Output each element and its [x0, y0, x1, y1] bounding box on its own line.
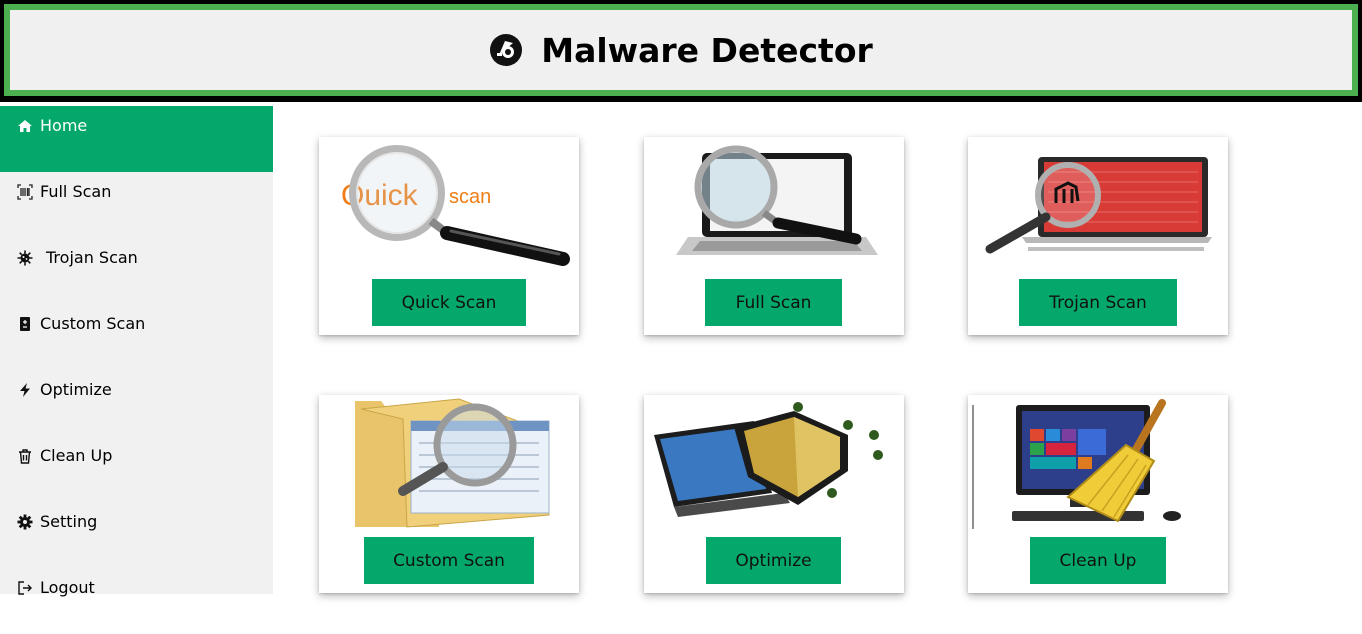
page-title: Malware Detector: [541, 30, 873, 70]
optimize-button[interactable]: Optimize: [706, 537, 841, 584]
laptop-shield-image: [654, 402, 883, 517]
bolt-icon: [16, 381, 34, 399]
sidebar-item-label: Custom Scan: [40, 314, 146, 333]
sidebar-item-label: Trojan Scan: [46, 248, 138, 267]
radar-logo-icon: [490, 34, 523, 66]
desktop-broom-image: [972, 399, 1181, 529]
magnifier-quick-scan-image: Quick scan: [341, 145, 570, 266]
sidebar-item-full-scan[interactable]: Full Scan: [0, 172, 273, 238]
sidebar-item-label: Clean Up: [40, 446, 113, 465]
trojan-scan-button[interactable]: Trojan Scan: [1019, 279, 1177, 326]
card-quick-scan: Quick scan Quick Scan: [319, 137, 579, 335]
sidebar-item-custom-scan[interactable]: Custom Scan: [0, 304, 273, 370]
sidebar-item-label: Setting: [40, 512, 98, 531]
sidebar-item-logout[interactable]: Logout: [0, 568, 273, 634]
sidebar-item-label: Full Scan: [40, 182, 112, 201]
card-full-scan: Full Scan: [644, 137, 904, 335]
file-icon: [16, 315, 34, 333]
home-icon: [16, 117, 34, 135]
trojan-laptop-image: [985, 157, 1212, 254]
app-header: Malware Detector: [0, 0, 1362, 102]
header-frame: Malware Detector: [4, 4, 1358, 96]
quick-scan-button[interactable]: Quick Scan: [372, 279, 526, 326]
sidebar-item-optimize[interactable]: Optimize: [0, 370, 273, 436]
sidebar-item-clean-up[interactable]: Clean Up: [0, 436, 273, 502]
sidebar-item-trojan-scan[interactable]: Trojan Scan: [0, 238, 273, 304]
sidebar-item-label: Logout: [40, 578, 95, 597]
custom-scan-button[interactable]: Custom Scan: [364, 537, 534, 584]
barcode-scan-icon: [16, 183, 34, 201]
sign-out-icon: [16, 579, 34, 597]
card-trojan-scan: Trojan Scan: [968, 137, 1228, 335]
header-inner: Malware Detector: [10, 10, 1352, 90]
sidebar-item-label: Home: [40, 116, 88, 135]
sidebar-item-setting[interactable]: Setting: [0, 502, 273, 568]
card-optimize: Optimize: [644, 395, 904, 593]
gear-icon: [16, 513, 34, 531]
sidebar-item-label: Optimize: [40, 380, 112, 399]
card-custom-scan: Custom Scan: [319, 395, 579, 593]
sidebar: Home Full Scan Trojan Scan Custom Scan O…: [0, 106, 273, 597]
card-clean-up: Clean Up: [968, 395, 1228, 593]
folder-magnifier-image: [355, 398, 550, 528]
clean-up-button[interactable]: Clean Up: [1030, 537, 1166, 584]
laptop-magnifier-image: [676, 145, 878, 255]
full-scan-button[interactable]: Full Scan: [705, 279, 842, 326]
virus-icon: [16, 249, 34, 267]
trash-icon: [16, 447, 34, 465]
sidebar-item-home[interactable]: Home: [0, 106, 273, 172]
scan-text: scan: [449, 186, 491, 208]
